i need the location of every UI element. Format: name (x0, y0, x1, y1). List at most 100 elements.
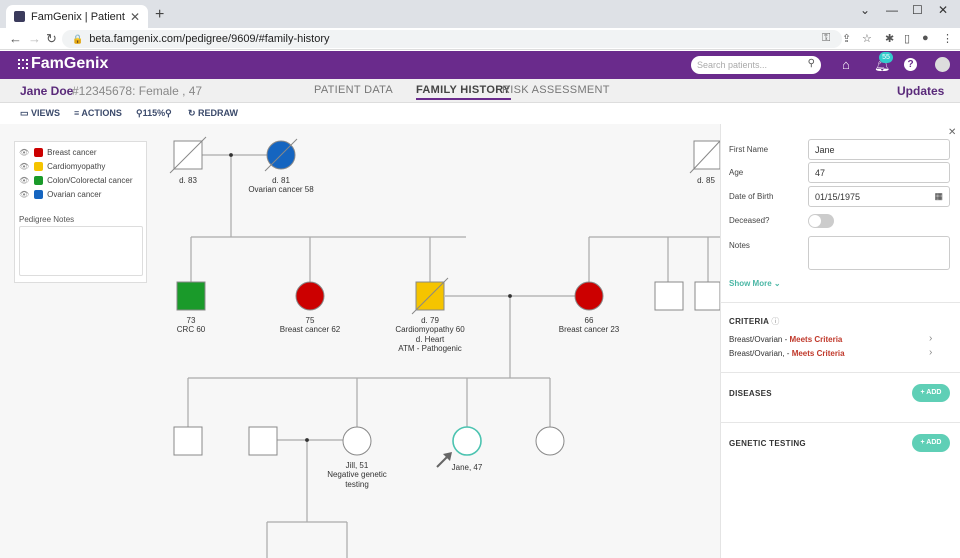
profile-icon[interactable]: ● (922, 32, 929, 44)
pedigree-mother[interactable] (574, 281, 604, 311)
label-grandmother-disease: Ovarian cancer 58 (248, 185, 314, 194)
legend-item-cardiomyopathy[interactable]: 👁︎ Cardiomyopathy (19, 162, 105, 171)
patient-search-input[interactable]: Search patients... ⚲ (691, 56, 821, 74)
search-icon[interactable]: ⚲ (808, 58, 815, 69)
back-icon[interactable]: ← (9, 31, 22, 46)
divider (720, 302, 960, 303)
eye-icon[interactable]: 👁︎ (19, 148, 29, 157)
add-disease-button[interactable]: + ADD (912, 384, 950, 402)
pedigree-notes-input[interactable] (19, 226, 143, 276)
age-label: Age (729, 168, 744, 177)
legend-item-colon-cancer[interactable]: 👁︎ Colon/Colorectal cancer (19, 176, 133, 185)
help-icon[interactable]: ? (904, 58, 917, 71)
dob-field[interactable]: 01/15/1975 ▦ (808, 186, 950, 207)
pedigree-toolbar: ▭ VIEWS ≡ ACTIONS ⚲115%⚲ ↻ REDRAW (0, 103, 960, 124)
label-aunt-age: 75 (306, 316, 315, 325)
new-tab-icon[interactable]: + (155, 5, 164, 25)
label-mother-age: 66 (585, 316, 594, 325)
divider (720, 422, 960, 423)
eye-icon[interactable]: 👁︎ (19, 190, 29, 199)
notification-badge: 55 (879, 52, 893, 63)
pedigree-notes-label: Pedigree Notes (19, 215, 75, 224)
share-icon[interactable]: ⇪ (842, 32, 851, 45)
monitor-icon: ▭ (20, 108, 32, 118)
add-genetic-test-button[interactable]: + ADD (912, 434, 950, 452)
first-name-field[interactable]: Jane (808, 139, 950, 160)
pedigree-sister[interactable] (535, 426, 565, 456)
criteria-item[interactable]: Breast/Ovarian, - Meets Criteria (729, 349, 845, 358)
info-icon[interactable]: ⓘ (771, 317, 779, 326)
pedigree-brother-in-law[interactable] (248, 426, 278, 456)
deceased-label: Deceased? (729, 216, 770, 225)
legend-item-ovarian-cancer[interactable]: 👁︎ Ovarian cancer (19, 190, 101, 199)
close-panel-icon[interactable]: ✕ (948, 127, 956, 138)
app-header: FamGenix Search patients... ⚲ ⌂ 🔔︎ (0, 51, 960, 79)
diseases-title: DISEASES (729, 389, 772, 398)
legend-panel: 👁︎ Breast cancer 👁︎ Cardiomyopathy 👁︎ Co… (14, 141, 147, 283)
eye-icon[interactable]: 👁︎ (19, 176, 29, 185)
legend-swatch (34, 176, 44, 185)
pedigree-maternal-uncle[interactable] (654, 281, 684, 311)
chevron-down-icon[interactable]: ⌄ (860, 3, 870, 17)
pedigree-proband-jane[interactable] (452, 426, 482, 456)
notes-input[interactable] (808, 236, 950, 270)
legend-item-breast-cancer[interactable]: 👁︎ Breast cancer (19, 148, 97, 157)
eye-icon[interactable]: 👁︎ (19, 162, 29, 171)
pedigree-brother[interactable] (173, 426, 203, 456)
pedigree-maternal-uncle-2[interactable] (694, 281, 720, 311)
url-field[interactable]: 🔒 beta.famgenix.com/pedigree/9609/#famil… (62, 30, 842, 48)
calendar-icon[interactable]: ▦ (934, 191, 943, 202)
star-icon[interactable]: ☆ (862, 32, 872, 45)
close-window-icon[interactable]: ✕ (938, 3, 948, 17)
tab-family-history[interactable]: FAMILY HISTORY (416, 84, 511, 100)
proband-arrow-icon (436, 452, 452, 468)
label-father-age: d. 79 (421, 316, 439, 325)
pedigree-aunt[interactable] (295, 281, 325, 311)
pedigree-father[interactable] (411, 277, 449, 315)
tab-patient-data[interactable]: PATIENT DATA (314, 84, 393, 96)
forward-icon[interactable]: → (28, 31, 41, 46)
zoom-in-icon[interactable]: ⚲ (165, 108, 172, 118)
label-uncle-age: 73 (187, 316, 196, 325)
favicon-icon (14, 11, 25, 22)
avatar[interactable] (935, 57, 950, 72)
tab-risk-assessment[interactable]: RISK ASSESSMENT (502, 84, 610, 96)
browser-tab-bar: FamGenix | Patient Profile ✕ + ⌄ — ☐ ✕ (0, 0, 960, 28)
sidebar-icon[interactable]: ▯ (904, 32, 910, 45)
minimize-icon[interactable]: — (886, 3, 898, 17)
pedigree-grandfather[interactable] (169, 136, 207, 174)
views-button[interactable]: ▭ VIEWS (20, 108, 60, 119)
pedigree-uncle[interactable] (176, 281, 206, 311)
close-tab-icon[interactable]: ✕ (130, 10, 140, 24)
extensions-icon[interactable]: ✱ (885, 32, 894, 45)
toggle-knob (809, 215, 821, 227)
app-logo[interactable]: FamGenix (18, 55, 108, 73)
pedigree-grandmother[interactable] (264, 138, 298, 172)
chevron-right-icon[interactable]: › (929, 333, 932, 344)
reload-icon[interactable]: ↻ (46, 31, 57, 47)
maximize-icon[interactable]: ☐ (912, 3, 923, 17)
pedigree-grandfather-2[interactable] (689, 140, 720, 174)
actions-button[interactable]: ≡ ACTIONS (74, 108, 122, 118)
logo-mark-icon (18, 59, 28, 69)
redraw-button[interactable]: ↻ REDRAW (188, 108, 238, 119)
notes-label: Notes (729, 241, 750, 250)
menu-icon[interactable]: ⋮ (942, 32, 953, 45)
zoom-out-icon[interactable]: ⚲ (136, 108, 143, 118)
key-icon[interactable]: ⚿ (822, 32, 830, 45)
criteria-item[interactable]: Breast/Ovarian - Meets Criteria (729, 335, 842, 344)
label-jane: Jane, 47 (452, 463, 483, 472)
chevron-right-icon[interactable]: › (929, 347, 932, 358)
show-more-link[interactable]: Show More ⌄ (729, 279, 781, 288)
browser-tab[interactable]: FamGenix | Patient Profile ✕ (6, 5, 148, 28)
label-father-gene: ATM - Pathogenic (398, 344, 461, 353)
age-field[interactable]: 47 (808, 162, 950, 183)
deceased-toggle[interactable] (808, 214, 834, 228)
pedigree-jill[interactable] (342, 426, 372, 456)
updates-link[interactable]: Updates (897, 84, 944, 98)
label-grandfather: d. 83 (179, 176, 197, 185)
label-jill-test: Negative genetic (327, 470, 387, 479)
home-icon[interactable]: ⌂ (842, 57, 850, 72)
zoom-control[interactable]: ⚲115%⚲ (136, 108, 172, 119)
address-bar: ← → ↻ 🔒 beta.famgenix.com/pedigree/9609/… (0, 28, 960, 50)
